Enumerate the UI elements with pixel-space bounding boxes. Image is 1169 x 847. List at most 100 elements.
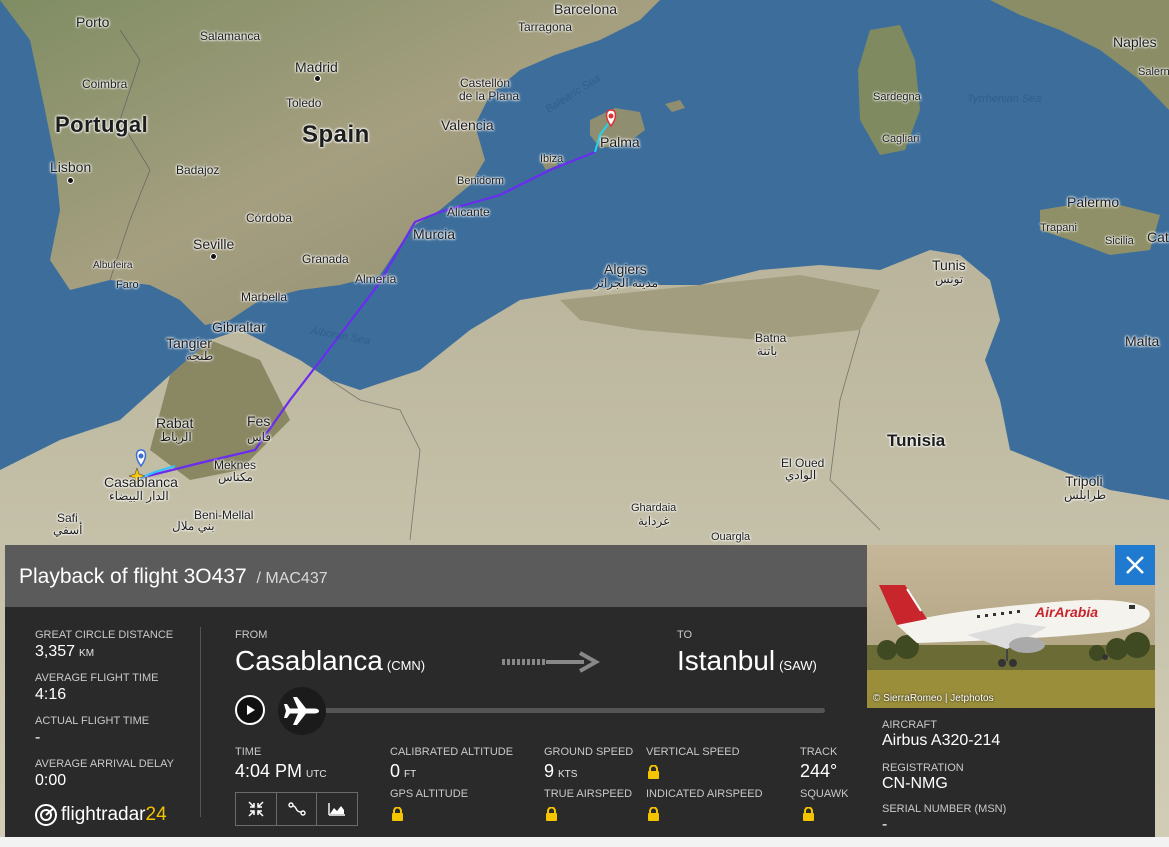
ground-speed-value: 9 KTS [544,761,578,781]
label-madrid: Madrid [295,59,338,75]
label-castellon-2: de la Plana [459,89,520,103]
label-tunis-ar: تونس [935,272,964,286]
lock-icon [648,765,659,779]
label-castellon: Castellón [460,76,511,90]
calibrated-altitude-value: 0 FT [390,761,417,781]
vertical-speed-label: VERTICAL SPEED [646,746,740,758]
fit-view-button[interactable] [236,793,277,825]
serial-label: SERIAL NUMBER (MSN) [882,803,1007,815]
livery-text: AirArabia [1034,604,1098,620]
city-dot [314,75,321,82]
label-eloued-ar: الوادي [785,468,817,482]
label-fes-ar: فاس [247,430,272,444]
from-label: FROM [235,629,268,641]
label-rabat: Rabat [156,415,194,431]
label-barcelona: Barcelona [554,1,618,17]
close-icon [1126,556,1144,574]
label-tyrrhenian-sea: Tyrrhenian Sea [967,93,1042,105]
label-rabat-ar: الرباط [160,430,192,444]
stat-label: AVERAGE FLIGHT TIME [35,672,159,684]
label-porto: Porto [76,14,110,30]
to-label: TO [677,629,693,641]
label-batna: Batna [755,331,787,345]
playback-handle[interactable] [278,687,326,735]
origin-city: Casablanca (CMN) [235,645,426,676]
label-coimbra: Coimbra [82,77,128,91]
aircraft-label: AIRCRAFT [882,719,937,731]
stat-label: AVERAGE ARRIVAL DELAY [35,758,174,770]
route-view-button[interactable] [277,793,318,825]
label-meknes-ar: مكناس [218,470,253,484]
label-tunis: Tunis [932,257,966,273]
divider [200,627,201,817]
flight-title: Playback of flight 3O437 [19,565,247,588]
label-casablanca: Casablanca [104,474,178,490]
photo-credit[interactable]: © SierraRomeo | Jetphotos [873,693,994,704]
stat-value: 4:16 [35,686,67,703]
aircraft-photo[interactable]: AirArabia © SierraRomeo | Jetphotos [867,545,1155,708]
play-button[interactable] [235,695,265,725]
label-ouargla: Ouargla [711,531,751,543]
label-safi-ar: أسفي [53,523,83,537]
label-batna-ar: باتنة [757,344,778,358]
panel-title: Playback of flight 3O437 / MAC437 [19,565,328,589]
gps-altitude-label: GPS ALTITUDE [390,788,469,800]
label-cagliari: Cagliari [882,133,920,145]
registration-label: REGISTRATION [882,762,964,774]
label-algiers-ar: مدينة الجزائر [594,276,659,290]
label-trapani: Trapani [1040,222,1077,234]
label-salerno: Salern [1138,66,1169,78]
label-sicilia: Sicilia [1105,235,1134,247]
label-portugal: Portugal [55,112,149,137]
lock-icon [546,807,557,821]
playback-track[interactable] [295,708,825,713]
stat-value: 3,357 KM [35,643,95,660]
aircraft-photo-image: AirArabia [867,545,1155,708]
calibrated-altitude-label: CALIBRATED ALTITUDE [390,746,514,758]
label-badajoz: Badajoz [176,163,220,177]
label-murcia: Murcia [413,226,456,242]
track-value: 244° [800,761,838,781]
registration-value: CN-NMG [882,775,948,792]
label-marbella: Marbella [241,290,288,304]
close-button[interactable] [1115,545,1155,585]
aircraft-type: Airbus A320-214 [882,732,1001,749]
play-icon [247,705,255,715]
stat-label: GREAT CIRCLE DISTANCE [35,629,174,641]
stat-label: ACTUAL FLIGHT TIME [35,715,150,727]
label-spain: Spain [302,121,370,148]
squawk-label: SQUAWK [800,788,849,800]
stat-value: - [35,729,41,746]
label-naples: Naples [1113,34,1157,50]
label-almeria: Almería [355,272,397,286]
callsign-subtitle: / MAC437 [256,570,328,587]
label-seville: Seville [193,236,235,252]
compress-icon [248,801,264,817]
label-ibiza: Ibiza [540,153,564,165]
label-valencia: Valencia [441,117,494,133]
destination-city: Istanbul (SAW) [677,645,817,676]
logo-text: flightradar [61,804,146,825]
time-label: TIME [235,746,262,758]
label-tripoli-ar: طرابلس [1064,488,1107,502]
lock-icon [803,807,814,821]
label-alicante: Alicante [447,205,490,219]
label-tunisia: Tunisia [887,431,946,450]
label-fes: Fes [247,413,271,429]
true-airspeed-label: TRUE AIRSPEED [544,788,633,800]
altitude-graph-button[interactable] [317,793,357,825]
city-dot [67,177,74,184]
panel-body: GREAT CIRCLE DISTANCE 3,357 KM AVERAGE FL… [5,607,867,837]
label-benimellal-ar: بني ملال [172,519,215,533]
label-granada: Granada [302,252,349,266]
ground-speed-label: GROUND SPEED [544,746,634,758]
label-faro: Faro [116,279,139,291]
label-gibraltar: Gibraltar [212,319,266,335]
logo-number: 24 [145,804,167,825]
airplane-icon [284,697,319,725]
chart-icon [328,803,346,816]
label-tripoli: Tripoli [1065,473,1103,489]
route-arrow-icon [502,651,600,673]
flightradar24-logo[interactable]: flightradar 24 [35,804,167,826]
indicated-airspeed-label: INDICATED AIRSPEED [646,788,763,800]
